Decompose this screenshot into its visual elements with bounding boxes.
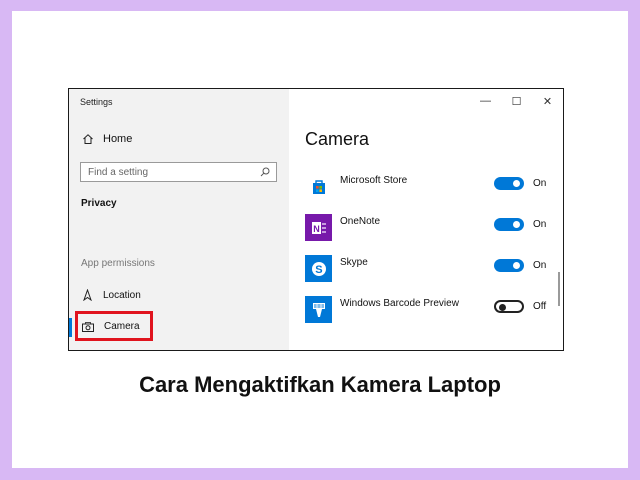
settings-window: Settings Home Privacy App permissions Lo…	[68, 88, 564, 351]
app-name: Skype	[340, 257, 368, 268]
skype-icon: S	[305, 255, 332, 282]
toggle-knob	[513, 180, 520, 187]
app-row-skype: S Skype On	[305, 255, 551, 283]
app-name: Windows Barcode Preview	[340, 298, 459, 309]
app-name: OneNote	[340, 216, 381, 227]
selected-indicator	[69, 318, 72, 337]
onenote-icon: N	[305, 214, 332, 241]
window-controls: — ☐ ✕	[470, 89, 563, 113]
camera-access-toggle[interactable]	[494, 259, 524, 272]
camera-access-toggle[interactable]	[494, 300, 524, 313]
svg-text:N: N	[313, 224, 320, 234]
camera-access-toggle[interactable]	[494, 177, 524, 190]
sidebar-item-location[interactable]: Location	[82, 289, 141, 301]
toggle-knob	[513, 262, 520, 269]
close-button[interactable]: ✕	[532, 89, 563, 113]
toggle-state-label: On	[533, 260, 547, 271]
minimize-button[interactable]: —	[470, 89, 501, 113]
page-title: Camera	[305, 129, 370, 149]
home-nav-item[interactable]: Home	[82, 133, 132, 145]
maximize-button[interactable]: ☐	[501, 89, 532, 113]
camera-access-toggle[interactable]	[494, 218, 524, 231]
barcode-scanner-icon	[305, 296, 332, 323]
app-name: Microsoft Store	[340, 175, 408, 186]
camera-icon	[82, 321, 94, 332]
home-icon	[83, 134, 93, 144]
app-row-onenote: N OneNote On	[305, 214, 551, 242]
window-title: Settings	[80, 97, 113, 107]
search-box[interactable]	[80, 162, 277, 182]
app-permissions-label: App permissions	[81, 258, 155, 269]
toggle-state-label: Off	[533, 301, 547, 312]
microsoft-store-icon	[305, 173, 332, 200]
toggle-state-label: On	[533, 178, 547, 189]
scrollbar[interactable]	[558, 272, 560, 306]
svg-text:S: S	[315, 264, 322, 276]
home-label: Home	[103, 133, 133, 145]
toggle-knob	[499, 303, 506, 311]
app-row-microsoft-store: Microsoft Store On	[305, 173, 551, 201]
sidebar: Settings Home Privacy App permissions Lo…	[69, 89, 289, 350]
search-icon[interactable]	[260, 167, 270, 177]
toggle-knob	[513, 221, 520, 228]
search-input[interactable]	[88, 166, 248, 178]
toggle-state-label: On	[533, 219, 547, 230]
sidebar-item-location-label: Location	[103, 289, 141, 301]
caption-heading: Cara Mengaktifkan Kamera Laptop	[139, 372, 501, 397]
app-row-windows-barcode-preview: Windows Barcode Preview Off	[305, 296, 551, 324]
sidebar-item-camera[interactable]: Camera	[82, 321, 140, 332]
main-panel: — ☐ ✕ Camera Microsoft Store On N OneNot…	[289, 89, 563, 350]
sidebar-item-camera-label: Camera	[104, 321, 140, 332]
privacy-group-heading: Privacy	[81, 198, 117, 209]
location-icon	[83, 289, 92, 301]
